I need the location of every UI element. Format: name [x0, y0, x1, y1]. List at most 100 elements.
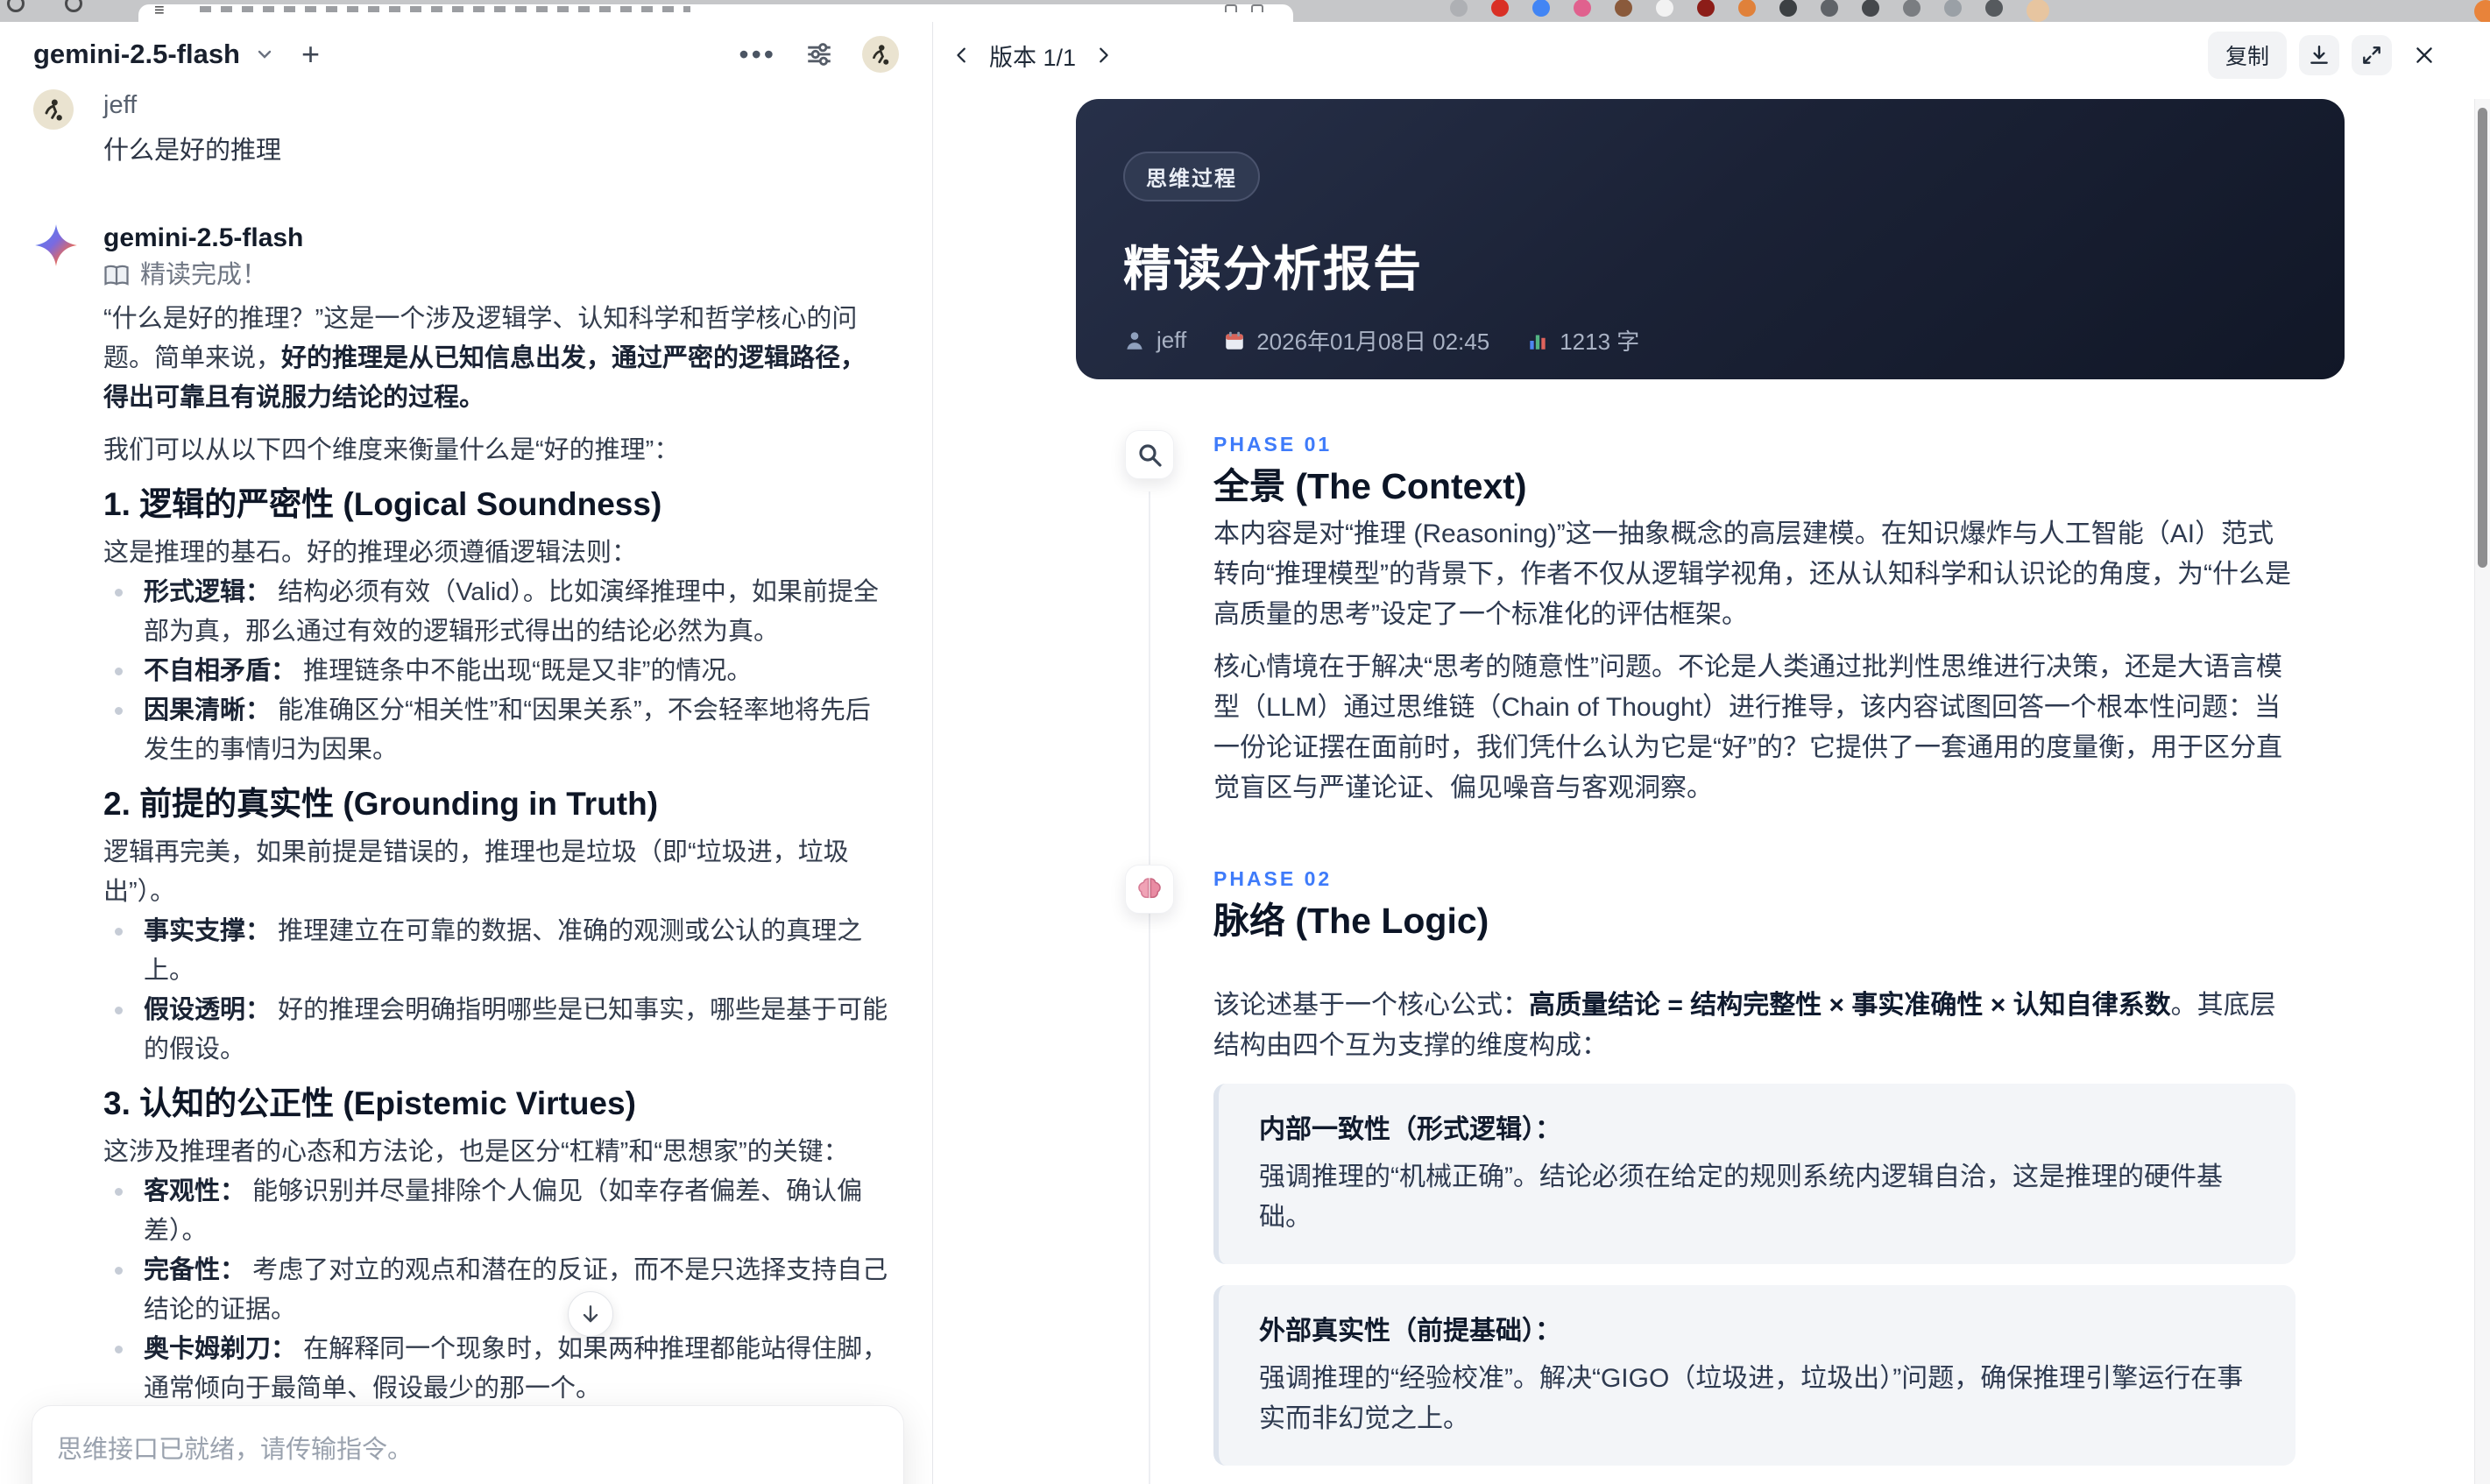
- report-sections: PHASE 01 全景 (The Context) 本内容是对“推理 (Reas…: [1125, 430, 2352, 1484]
- md-heading-2: 2. 前提的真实性 (Grounding in Truth): [103, 786, 659, 822]
- close-icon[interactable]: [2404, 35, 2444, 75]
- phase-lead: 该论述基于一个核心公式：高质量结论 = 结构完整性 × 事实准确性 × 认知自律…: [1213, 991, 2276, 1060]
- extension-icon[interactable]: [1944, 0, 1962, 17]
- previous-version-button[interactable]: [952, 46, 972, 65]
- dimension-card: 内部一致性（形式逻辑）： 强调推理的“机械正确”。结论必须在给定的规则系统内逻辑…: [1213, 1084, 2295, 1264]
- extension-icon[interactable]: [1697, 0, 1715, 17]
- expand-icon[interactable]: [2352, 35, 2392, 75]
- model-settings-sliders-icon[interactable]: [804, 39, 834, 69]
- extension-icon[interactable]: [1491, 0, 1509, 17]
- report-author: jeff: [1123, 327, 1186, 354]
- artifact-panel: 版本 1/1 复制 思维过程 精读分析报告 jeff 2026年01月08日 0…: [933, 22, 2490, 1484]
- phase-title: 全景 (The Context): [1213, 466, 1527, 506]
- extension-icon[interactable]: [1903, 0, 1921, 17]
- md-bullet-list: 客观性： 能够识别并尽量排除个人偏见（如幸存者偏差、确认偏差）。 完备性： 考虑…: [103, 1172, 888, 1409]
- extension-icon[interactable]: [1738, 0, 1756, 17]
- bookmark-icon[interactable]: [1225, 4, 1237, 12]
- scrollbar-track[interactable]: [2474, 99, 2490, 1484]
- new-chat-button[interactable]: +: [301, 39, 320, 70]
- user-name: jeff: [103, 91, 138, 119]
- version-label: 版本 1/1: [989, 44, 1077, 71]
- md-section-lead: 这是推理的基石。好的推理必须遵循逻辑法则：: [103, 539, 638, 567]
- browser-control-icon[interactable]: [7, 0, 25, 12]
- phase-section-2: PHASE 02 脉络 (The Logic) 该论述基于一个核心公式：高质量结…: [1125, 865, 2352, 1484]
- intro-paragraph: “什么是好的推理？”这是一个涉及逻辑学、认知科学和哲学核心的问题。简单来说，好的…: [103, 305, 867, 412]
- list-item: 假设透明： 好的推理会明确指明哪些是已知事实，哪些是基于可能的假设。: [103, 991, 888, 1070]
- card-title: 外部真实性（前提基础）：: [1259, 1317, 1561, 1346]
- brain-icon: [1125, 865, 1174, 914]
- scroll-to-bottom-button[interactable]: [568, 1291, 613, 1337]
- user-avatar[interactable]: [33, 89, 74, 130]
- share-icon[interactable]: [1251, 4, 1263, 12]
- list-item: 因果清晰： 能准确区分“相关性”和“因果关系”，不会轻率地将先后发生的事情归为因…: [103, 691, 888, 770]
- list-item: 客观性： 能够识别并尽量排除个人偏见（如幸存者偏差、确认偏差）。: [103, 1172, 888, 1251]
- bar-chart-icon: [1526, 329, 1549, 352]
- message-composer[interactable]: 思维接口已就绪，请传输指令。: [32, 1405, 904, 1484]
- browser-tab[interactable]: ≡: [138, 1, 1293, 22]
- dimension-card: 外部真实性（前提基础）： 强调推理的“经验校准”。解决“GIGO（垃圾进，垃圾出…: [1213, 1285, 2295, 1466]
- extension-icon[interactable]: [1779, 0, 1797, 17]
- card-body: 强调推理的“机械正确”。结论必须在给定的规则系统内逻辑自洽，这是推理的硬件基础。: [1259, 1162, 2223, 1232]
- chat-title[interactable]: gemini-2.5-flash: [33, 39, 240, 70]
- extension-icon[interactable]: [1450, 0, 1468, 17]
- list-item: 事实支撑： 推理建立在可靠的数据、准确的观测或公认的真理之上。: [103, 912, 888, 991]
- composer-placeholder[interactable]: 思维接口已就绪，请传输指令。: [32, 1406, 903, 1466]
- calendar-icon: [1223, 329, 1246, 352]
- artifact-toolbar: 版本 1/1 复制: [933, 22, 2490, 79]
- report-badge: 思维过程: [1123, 152, 1260, 201]
- report-word-count: 1213 字: [1526, 324, 1639, 357]
- phase-title: 脉络 (The Logic): [1213, 901, 1489, 941]
- assistant-message: gemini-2.5-flash 精读完成！ “什么是好的推理？”这是一个涉及逻…: [33, 221, 888, 1484]
- lead-paragraph: 我们可以从以下四个维度来衡量什么是“好的推理”：: [103, 436, 680, 464]
- next-version-button[interactable]: [1093, 46, 1113, 65]
- list-item: 不自相矛盾： 推理链条中不能出现“既是又非”的情况。: [103, 652, 888, 691]
- extension-icon[interactable]: [1656, 0, 1673, 17]
- scrollbar-thumb[interactable]: [2478, 108, 2487, 568]
- menu-icon[interactable]: ≡: [154, 1, 165, 21]
- magnifier-icon: [1125, 430, 1174, 479]
- report-title: 精读分析报告: [1123, 242, 1424, 296]
- assistant-markdown: “什么是好的推理？”这是一个涉及逻辑学、认知科学和哲学核心的问题。简单来说，好的…: [103, 300, 888, 1484]
- chat-panel: gemini-2.5-flash + ••• jeff 什么是好的推理 gemi…: [0, 22, 933, 1484]
- extension-icon[interactable]: [1615, 0, 1632, 17]
- phase-label: PHASE 01: [1213, 433, 1333, 456]
- md-bullet-list: 形式逻辑： 结构必须有效（Valid）。比如演绎推理中，如果前提全部为真，那么通…: [103, 573, 888, 770]
- more-options-icon[interactable]: •••: [739, 40, 776, 68]
- browser-grid-icon[interactable]: [65, 0, 82, 12]
- extension-icon[interactable]: [1821, 0, 1838, 17]
- report-meta: jeff 2026年01月08日 02:45 1213 字: [1123, 324, 2297, 357]
- extension-icon[interactable]: [1862, 0, 1879, 17]
- browser-tab-strip: ≡: [0, 0, 2490, 22]
- chevron-down-icon[interactable]: [254, 44, 275, 65]
- assistant-name: gemini-2.5-flash: [103, 223, 304, 252]
- md-section-lead: 这涉及推理者的心态和方法论，也是区分“杠精”和“思想家”的关键：: [103, 1138, 849, 1166]
- assistant-status: 精读完成！: [103, 258, 888, 293]
- person-icon: [1123, 329, 1146, 352]
- conversation: jeff 什么是好的推理 gemini-2.5-flash 精读完成！ “什么是…: [33, 88, 888, 1484]
- user-message-text: 什么是好的推理: [103, 137, 282, 165]
- user-avatar[interactable]: [862, 36, 899, 73]
- card-body: 强调推理的“经验校准”。解决“GIGO（垃圾进，垃圾出）”问题，确保推理引擎运行…: [1259, 1364, 2244, 1433]
- extension-icon[interactable]: [1532, 0, 1550, 17]
- extension-icon[interactable]: [2027, 0, 2049, 22]
- chat-header: gemini-2.5-flash + •••: [0, 22, 932, 87]
- address-url-text[interactable]: [200, 6, 690, 12]
- download-icon[interactable]: [2299, 35, 2339, 75]
- extension-icon[interactable]: [1574, 0, 1591, 17]
- extension-icons-row[interactable]: [1450, 0, 2049, 22]
- phase-section-1: PHASE 01 全景 (The Context) 本内容是对“推理 (Reas…: [1125, 430, 2352, 809]
- copy-button[interactable]: 复制: [2207, 32, 2287, 79]
- list-item: 奥卡姆剃刀： 在解释同一个现象时，如果两种推理都能站得住脚，通常倾向于最简单、假…: [103, 1330, 888, 1409]
- phase-paragraph: 本内容是对“推理 (Reasoning)”这一抽象概念的高层建模。在知识爆炸与人…: [1213, 519, 2291, 629]
- md-section-lead: 逻辑再完美，如果前提是错误的，推理也是垃圾（即“垃圾进，垃圾出”）。: [103, 838, 849, 906]
- md-heading-3: 3. 认知的公正性 (Epistemic Virtues): [103, 1085, 636, 1121]
- browser-profile-icon[interactable]: [2474, 0, 2490, 22]
- arrow-down-icon: [579, 1303, 602, 1325]
- browser-window-controls[interactable]: [7, 0, 82, 12]
- md-bullet-list: 事实支撑： 推理建立在可靠的数据、准确的观测或公认的真理之上。 假设透明： 好的…: [103, 912, 888, 1070]
- book-icon: [103, 262, 130, 288]
- extension-icon[interactable]: [1985, 0, 2003, 17]
- report-hero-card: 思维过程 精读分析报告 jeff 2026年01月08日 02:45 1213 …: [1076, 99, 2345, 379]
- assistant-status-text: 精读完成！: [140, 261, 268, 289]
- report-date: 2026年01月08日 02:45: [1223, 324, 1489, 357]
